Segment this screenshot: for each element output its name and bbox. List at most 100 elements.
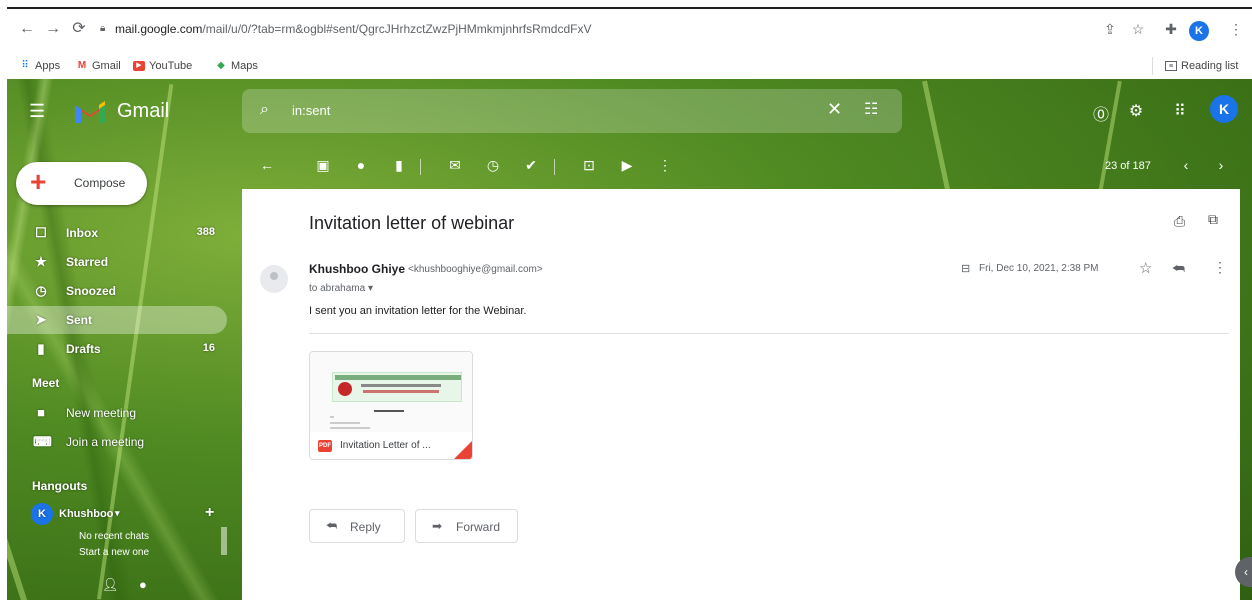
preview-line bbox=[330, 427, 370, 429]
search-icon[interactable]: ⌕ bbox=[260, 101, 269, 119]
star-message-icon[interactable]: ☆ bbox=[1139, 259, 1152, 277]
print-icon[interactable]: ⎙ bbox=[1174, 213, 1185, 230]
open-in-new-window-icon[interactable]: ⧉ bbox=[1208, 211, 1218, 228]
bookmark-label: Maps bbox=[231, 60, 258, 72]
letterhead-line bbox=[361, 384, 441, 387]
attachment-footer: PDF Invitation Letter of ... bbox=[310, 432, 472, 459]
label-icon[interactable]: ▶ bbox=[618, 157, 636, 174]
settings-gear-icon[interactable]: ⚙ bbox=[1125, 101, 1147, 121]
more-options-icon[interactable]: ⋮ bbox=[656, 157, 674, 174]
delete-icon[interactable]: ▮ bbox=[390, 157, 408, 174]
help-icon[interactable]: ⓪ bbox=[1090, 101, 1112, 125]
search-input[interactable]: in:sent bbox=[292, 103, 330, 118]
star-icon: ★ bbox=[35, 254, 47, 269]
chat-empty-state: No recent chats Start a new one bbox=[79, 529, 149, 561]
nav-item-join-meeting[interactable]: ⌨ Join a meeting bbox=[7, 428, 227, 456]
message-panel: Invitation letter of webinar ⎙ ⧉ Khushbo… bbox=[242, 189, 1240, 600]
reload-icon[interactable]: ⟳ bbox=[69, 19, 89, 39]
reply-arrow-icon: ⮪ bbox=[326, 519, 338, 533]
google-apps-icon[interactable]: ⠿ bbox=[1169, 101, 1191, 121]
more-actions-icon[interactable]: ⋮ bbox=[1213, 259, 1227, 276]
nav-item-starred[interactable]: ★ Starred bbox=[7, 248, 227, 276]
reading-list-icon: ≡ bbox=[1165, 61, 1177, 71]
report-spam-icon[interactable]: ● bbox=[352, 157, 370, 173]
recipients-dropdown[interactable]: to abrahama ▾ bbox=[309, 283, 373, 294]
compose-plus-icon: + bbox=[30, 166, 47, 197]
attachment-card[interactable]: PDF Invitation Letter of ... bbox=[309, 351, 473, 460]
account-avatar[interactable]: K bbox=[1210, 95, 1238, 123]
inbox-icon: ☐ bbox=[35, 225, 47, 240]
maps-icon: ◆ bbox=[217, 60, 225, 71]
bookmark-apps[interactable]: ⠿ Apps bbox=[19, 60, 60, 72]
back-arrow-icon[interactable]: ← bbox=[258, 157, 276, 173]
extensions-icon[interactable]: ✚ bbox=[1162, 21, 1180, 38]
hangouts-user[interactable]: K Khushboo ▾ + bbox=[7, 501, 227, 529]
add-to-tasks-icon[interactable]: ✔ bbox=[522, 157, 540, 174]
attachment-preview bbox=[310, 352, 472, 432]
no-chats-text: No recent chats bbox=[79, 531, 150, 542]
share-icon[interactable]: ⇪ bbox=[1101, 21, 1119, 38]
newer-chevron-icon[interactable]: ‹ bbox=[1177, 157, 1195, 173]
main-menu-icon[interactable]: ☰ bbox=[29, 101, 49, 121]
nav-label: Drafts bbox=[66, 342, 101, 356]
bookmark-label: Gmail bbox=[92, 60, 121, 72]
preview-line bbox=[330, 422, 360, 424]
forward-icon[interactable]: → bbox=[43, 19, 63, 39]
forward-button[interactable]: ➡ Forward bbox=[415, 509, 518, 543]
hangouts-avatar: K bbox=[31, 503, 53, 525]
reply-label: Reply bbox=[350, 520, 381, 534]
back-icon[interactable]: ← bbox=[17, 19, 37, 39]
bookmark-gmail[interactable]: M Gmail bbox=[76, 60, 121, 72]
bookmark-label: Apps bbox=[35, 60, 61, 72]
gmail-wordmark: Gmail bbox=[117, 100, 170, 122]
compose-button[interactable]: + Compose bbox=[16, 162, 147, 205]
older-chevron-icon[interactable]: › bbox=[1212, 157, 1230, 173]
start-chat-link[interactable]: Start a new one bbox=[79, 545, 149, 561]
nav-item-drafts[interactable]: ▮ Drafts 16 bbox=[7, 335, 227, 363]
attachment-label-icon: ⊟ bbox=[961, 263, 971, 275]
add-chat-icon[interactable]: + bbox=[205, 504, 214, 522]
forward-arrow-icon: ➡ bbox=[432, 519, 443, 533]
bookmark-maps[interactable]: ◆ Maps bbox=[215, 60, 258, 72]
letterhead-stripe bbox=[335, 375, 461, 380]
reply-button[interactable]: ⮪ Reply bbox=[309, 509, 405, 543]
sidebar-scrollbar[interactable] bbox=[221, 527, 227, 555]
meet-heading: Meet bbox=[32, 376, 60, 390]
move-to-icon[interactable]: ⊡ bbox=[580, 157, 598, 174]
nav-count: 388 bbox=[196, 226, 215, 238]
nav-item-sent[interactable]: ➤ Sent bbox=[7, 306, 227, 334]
pdf-icon: PDF bbox=[318, 440, 332, 452]
nav-count: 16 bbox=[202, 342, 215, 354]
chat-bubble-icon[interactable]: ● bbox=[139, 577, 147, 592]
url-field[interactable]: mail.google.com/mail/u/0/?tab=rm&ogbl#se… bbox=[115, 22, 591, 36]
letterhead-line bbox=[363, 390, 439, 393]
search-options-icon[interactable]: ☷ bbox=[864, 99, 878, 119]
bookmark-youtube[interactable]: ▶ YouTube bbox=[133, 60, 192, 72]
archive-icon[interactable]: ▣ bbox=[314, 157, 332, 174]
browser-window: ← → ⟳ 🔒︎ mail.google.com/mail/u/0/?tab=r… bbox=[7, 7, 1252, 600]
contacts-icon[interactable]: 👤︎ bbox=[102, 577, 119, 593]
snooze-icon[interactable]: ◷ bbox=[484, 157, 502, 174]
nav-item-snoozed[interactable]: ◷ Snoozed bbox=[7, 277, 227, 305]
nav-item-inbox[interactable]: ☐ Inbox 388 bbox=[7, 219, 227, 247]
youtube-icon: ▶ bbox=[133, 61, 145, 71]
bookmark-star-icon[interactable]: ☆ bbox=[1129, 21, 1147, 38]
clear-search-icon[interactable]: ✕ bbox=[827, 99, 842, 120]
pagination-text: 23 of 187 bbox=[1105, 160, 1151, 172]
nav-label: Snoozed bbox=[66, 284, 116, 298]
chrome-menu-icon[interactable]: ⋮ bbox=[1227, 21, 1245, 38]
message-date: Fri, Dec 10, 2021, 2:38 PM bbox=[979, 263, 1099, 274]
search-bar[interactable]: ⌕ in:sent ✕ ☷ bbox=[242, 89, 902, 133]
sender-name: Khushboo Ghiye bbox=[309, 262, 405, 276]
video-icon: ■ bbox=[37, 405, 45, 420]
nav-label: Sent bbox=[66, 313, 93, 327]
nav-item-new-meeting[interactable]: ■ New meeting bbox=[7, 399, 227, 427]
mark-unread-icon[interactable]: ✉ bbox=[446, 157, 464, 174]
chevron-down-icon: ▾ bbox=[367, 283, 373, 294]
reply-icon[interactable]: ⮪ bbox=[1172, 260, 1185, 277]
bookmarks-divider bbox=[1152, 57, 1153, 75]
nav-label: Starred bbox=[66, 255, 109, 269]
profile-avatar[interactable]: K bbox=[1189, 21, 1209, 41]
reading-list-button[interactable]: ≡ Reading list bbox=[1165, 60, 1238, 72]
attachment-letterhead bbox=[332, 372, 462, 402]
